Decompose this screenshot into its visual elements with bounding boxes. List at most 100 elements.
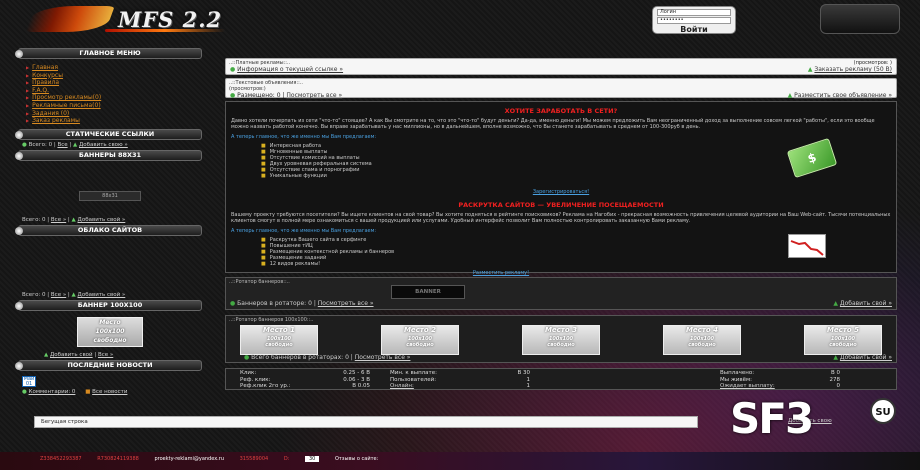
cloud-add[interactable]: Добавить свой » xyxy=(78,292,126,298)
footer-counter: 30 xyxy=(304,456,320,462)
offer-paragraph-promo: Вашему проекту требуются посетители? Вы … xyxy=(231,212,891,224)
footer-d: D: xyxy=(283,456,290,462)
rotator-slot-5[interactable]: Место 5 100x100 свободно xyxy=(804,325,882,355)
su-badge: SU xyxy=(870,398,896,424)
rotator-slots: Место 1 100x100 свободно Место 2 100x100 сво… xyxy=(226,325,896,355)
login-field[interactable]: Логин xyxy=(657,9,731,16)
footer-reviews[interactable]: Отзывы о сайте: xyxy=(335,456,378,462)
banner-rotator-100-panel: ..::Ротатор баннеров 100x100::.. Место 1… xyxy=(225,315,897,363)
ticker-label: Бегущая строка xyxy=(41,419,88,425)
rotator-add[interactable]: Добавить свой » xyxy=(840,300,892,307)
add-icon: ▲ xyxy=(787,92,793,99)
info-icon: ● xyxy=(230,66,236,73)
chart-icon xyxy=(788,234,826,258)
place-ad-link[interactable]: Разместить свое объявление » xyxy=(794,92,892,99)
banners88-header: БАННЕРЫ 88X31 xyxy=(15,149,202,161)
footer-icq: 315589004 xyxy=(239,456,269,462)
header-knob-icon xyxy=(15,301,23,310)
online-link[interactable]: Онлайн: xyxy=(390,383,414,390)
static-links-all[interactable]: Все xyxy=(57,142,67,148)
add-icon: ▲ xyxy=(71,291,76,298)
menu-item-rules[interactable]: Правила xyxy=(26,79,202,87)
rotator100-view-all[interactable]: Посмотреть все » xyxy=(355,354,411,361)
menu-item-order-ads[interactable]: Заказ рекламы xyxy=(26,117,202,125)
stats-panel: Клик: 0.25 - 6 В Реф. клик: 0.06 - 3 В Реф… xyxy=(225,368,897,390)
static-links-line: ● Всего: 0 | Все | ▲ Добавить свою » xyxy=(22,141,128,148)
banner100-add[interactable]: Добавить свой xyxy=(50,352,93,358)
header-knob-icon xyxy=(15,226,23,235)
sf3-watermark: SF3 xyxy=(730,394,814,443)
logo-swoosh xyxy=(105,29,225,32)
rotator-banner[interactable]: BANNER xyxy=(391,285,465,299)
news-all[interactable]: Все новости xyxy=(92,389,127,395)
password-field[interactable]: •••••••• xyxy=(657,17,731,24)
menu-item-tasks[interactable]: Задания (0) xyxy=(26,110,202,118)
menu-item-home[interactable]: Главная xyxy=(26,64,202,72)
header-knob-icon xyxy=(15,130,23,139)
calendar-icon: Май 01 xyxy=(22,375,36,387)
banners88-add[interactable]: Добавить свой » xyxy=(78,217,126,223)
text-ads-panel: ..::Текстовые объявления::.. (просмотров… xyxy=(225,78,897,99)
footer: Z338452293387 R730824119388 proekty-rekl… xyxy=(0,452,920,470)
header-knob-icon xyxy=(15,50,23,58)
wallet-r: R730824119388 xyxy=(97,456,139,462)
main-menu: Главная Конкурсы Правила F.A.Q. Просмотр… xyxy=(26,64,202,125)
cloud-header: ОБЛАКО САЙТОВ xyxy=(15,224,202,236)
menu-item-view-ads[interactable]: Просмотр рекламы(0) xyxy=(26,94,202,102)
header-knob-icon xyxy=(15,361,23,370)
offer-panel: ХОТИТЕ ЗАРАБОТАТЬ В СЕТИ? Давно хотели п… xyxy=(225,101,897,276)
banner100-all[interactable]: Все » xyxy=(98,352,113,358)
main-content: ..::Платные рекламы::.. (просмотров: ) ●… xyxy=(225,58,897,390)
paid-ads-panel: ..::Платные рекламы::.. (просмотров: ) ●… xyxy=(225,58,897,75)
banners88-line: Всего: 0 | Все » | ▲ Добавить свой » xyxy=(22,216,126,223)
banner-88x31[interactable]: 88x31 xyxy=(79,190,141,201)
main-menu-header: ГЛАВНОЕ МЕНЮ xyxy=(15,48,202,59)
rotator-slot-2[interactable]: Место 2 100x100 свободно xyxy=(381,325,459,355)
static-links-header: СТАТИЧЕСКИЕ ССЫЛКИ xyxy=(15,128,202,140)
add-icon: ▲ xyxy=(833,354,838,361)
register-link[interactable]: Зарегистрироваться! xyxy=(231,189,891,195)
news-box: Май 01 ● Комментарии: 0 ■ Все новости xyxy=(22,375,202,395)
offer-paragraph-earn: Давно хотели почерпать из сети "что-то" … xyxy=(231,118,875,130)
place-ad-big-link[interactable]: Разместить рекламу! xyxy=(231,270,771,276)
text-ads-view-all[interactable]: Посмотреть все » xyxy=(286,92,342,99)
logo-flame-icon xyxy=(25,6,115,32)
offer-heading-earn: ХОТИТЕ ЗАРАБОТАТЬ В СЕТИ? xyxy=(504,107,618,115)
login-box: Логин •••••••• Войти xyxy=(652,6,736,34)
menu-item-faq[interactable]: F.A.Q. xyxy=(26,87,202,95)
banner100-header: БАННЕР 100X100 xyxy=(15,299,202,311)
sidebar: ГЛАВНОЕ МЕНЮ Главная Конкурсы Правила F.… xyxy=(15,48,202,395)
wallet-z: Z338452293387 xyxy=(40,456,82,462)
order-ads-link[interactable]: Заказать рекламу (50 В) xyxy=(814,66,892,73)
add-icon: ▲ xyxy=(833,300,838,307)
header-knob-icon xyxy=(15,151,23,160)
rotator-slot-1[interactable]: Место 1 100x100 свободно xyxy=(240,325,318,355)
rotator-slot-3[interactable]: Место 3 100x100 свободно xyxy=(522,325,600,355)
menu-item-contests[interactable]: Конкурсы xyxy=(26,72,202,80)
footer-line: Z338452293387 R730824119388 proekty-rekl… xyxy=(40,456,392,462)
news-icon: ■ xyxy=(85,388,91,395)
pending-link[interactable]: Ожидает выплату: xyxy=(720,383,775,390)
news-comments[interactable]: Комментарии: 0 xyxy=(29,389,76,395)
add-icon: ▲ xyxy=(73,141,78,148)
banners88-all[interactable]: Все » xyxy=(51,217,66,223)
news-header: ПОСЛЕДНИЕ НОВОСТИ xyxy=(15,359,202,371)
info-icon: ● xyxy=(244,354,250,361)
static-links-add[interactable]: Добавить свою » xyxy=(79,142,128,148)
phone-decoration xyxy=(820,4,900,34)
menu-item-ad-letters[interactable]: Рекламные письма(0) xyxy=(26,102,202,110)
rotator-view-all[interactable]: Посмотреть все » xyxy=(318,300,374,307)
login-button[interactable]: Войти xyxy=(657,25,731,34)
banner-rotator-panel: ..::Ротатор баннеров::.. BANNER ● Баннер… xyxy=(225,277,897,310)
rotator-slot-4[interactable]: Место 4 100x100 свободно xyxy=(663,325,741,355)
info-icon: ● xyxy=(230,92,236,99)
info-current-link[interactable]: Информация о текущей ссылке » xyxy=(237,66,343,73)
cloud-all[interactable]: Все » xyxy=(51,292,66,298)
add-icon: ▲ xyxy=(807,66,813,73)
banner-100x100[interactable]: Место 100x100 свободно xyxy=(77,316,143,347)
add-icon: ▲ xyxy=(71,216,76,223)
footer-email[interactable]: proekty-reklami@yandex.ru xyxy=(154,456,224,462)
add-icon: ▲ xyxy=(44,351,49,358)
ticker-bar: Бегущая строка xyxy=(34,416,698,428)
rotator100-add[interactable]: Добавить свой » xyxy=(840,354,892,361)
